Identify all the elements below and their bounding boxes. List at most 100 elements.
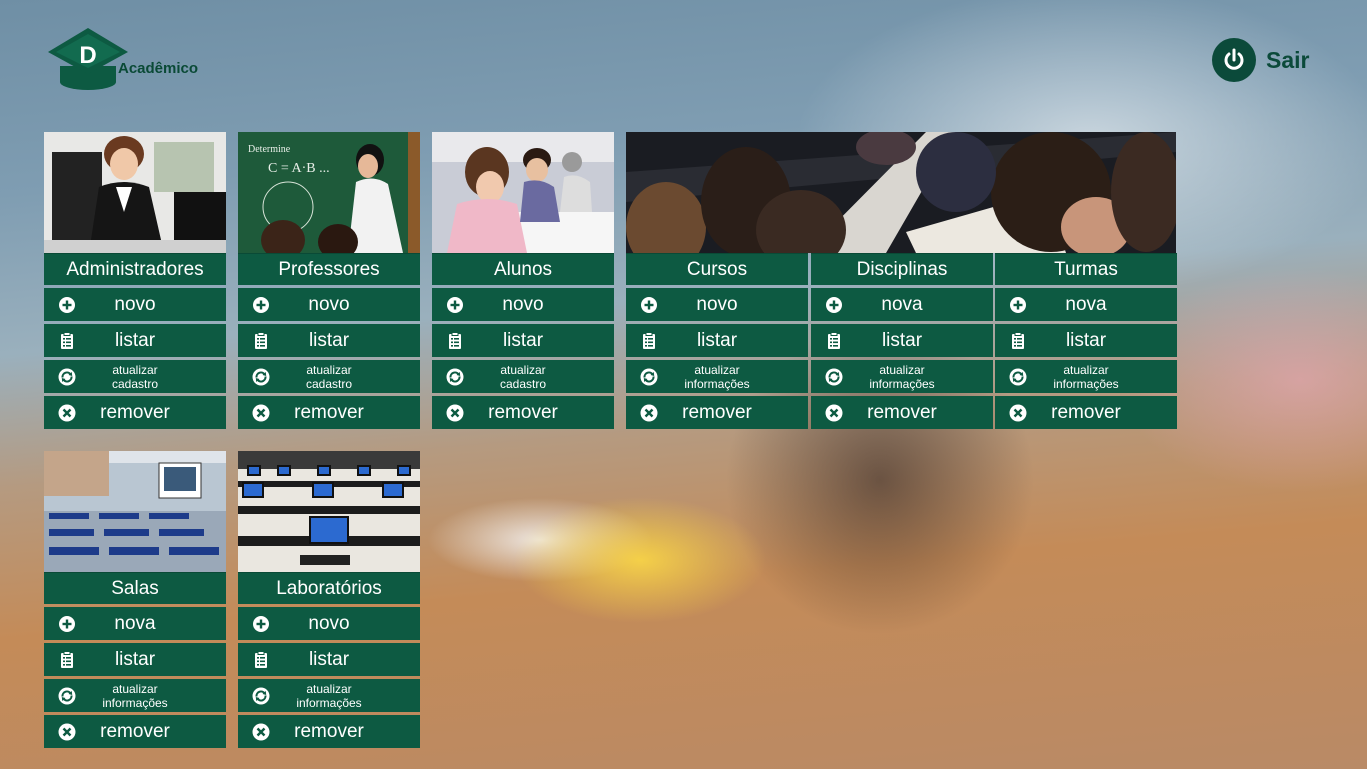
close-circle-icon [825,404,843,422]
plus-circle-icon [640,296,658,314]
action-label: nova [1065,293,1107,315]
card-cursos: Cursos novo listar atualizar informações rem… [626,132,808,429]
action-label: novo [114,293,156,315]
plus-circle-icon [446,296,464,314]
clipboard-icon [825,332,843,350]
new-administradores-button[interactable]: novo [44,288,226,321]
list-disciplinas-button[interactable]: listar [811,324,993,357]
list-administradores-button[interactable]: listar [44,324,226,357]
remove-salas-button[interactable]: remover [44,715,226,748]
svg-text:Determine: Determine [248,144,291,155]
card-title: Turmas [995,253,1177,285]
card-title: Administradores [44,253,226,285]
update-turmas-button[interactable]: atualizar informações [995,360,1177,393]
action-label: listar [114,329,156,351]
new-cursos-button[interactable]: novo [626,288,808,321]
refresh-icon [58,368,76,386]
action-label: atualizar cadastro [499,362,547,391]
card-salas: Salas nova listar atualizar informações remo… [44,451,226,748]
list-salas-button[interactable]: listar [44,643,226,676]
new-alunos-button[interactable]: novo [432,288,614,321]
action-label: atualizar informações [1053,362,1119,391]
new-disciplinas-button[interactable]: nova [811,288,993,321]
remove-turmas-button[interactable]: remover [995,396,1177,429]
list-laboratorios-button[interactable]: listar [238,643,420,676]
action-label: atualizar informações [869,362,935,391]
logo-letter: D [79,42,96,69]
action-label: novo [502,293,544,315]
card-title: Salas [44,572,226,604]
plus-circle-icon [825,296,843,314]
card-title: Alunos [432,253,614,285]
cursos-photo [626,132,808,253]
close-circle-icon [58,404,76,422]
exit-label: Sair [1266,46,1310,73]
app-logo: D Acadêmico [44,26,224,96]
remove-cursos-button[interactable]: remover [626,396,808,429]
clipboard-icon [640,332,658,350]
turmas-photo [995,132,1177,253]
remove-administradores-button[interactable]: remover [44,396,226,429]
action-label: nova [114,612,156,634]
remove-alunos-button[interactable]: remover [432,396,614,429]
administradores-photo [44,132,226,253]
clipboard-icon [446,332,464,350]
refresh-icon [252,687,270,705]
update-alunos-button[interactable]: atualizar cadastro [432,360,614,393]
plus-circle-icon [252,296,270,314]
card-disciplinas: Disciplinas nova listar atualizar informaçõ… [811,132,993,429]
update-laboratorios-button[interactable]: atualizar informações [238,679,420,712]
action-label: remover [682,401,752,423]
card-alunos: Alunos novo listar atualizar cadastro remove… [432,132,614,429]
list-cursos-button[interactable]: listar [626,324,808,357]
clipboard-icon [58,332,76,350]
update-administradores-button[interactable]: atualizar cadastro [44,360,226,393]
action-label: listar [696,329,738,351]
update-professores-button[interactable]: atualizar cadastro [238,360,420,393]
update-salas-button[interactable]: atualizar informações [44,679,226,712]
exit-button[interactable]: Sair [1212,38,1309,82]
update-cursos-button[interactable]: atualizar informações [626,360,808,393]
refresh-icon [446,368,464,386]
clipboard-icon [1009,332,1027,350]
card-administradores: Administradores novo listar atualizar cadas… [44,132,226,429]
close-circle-icon [58,723,76,741]
list-turmas-button[interactable]: listar [995,324,1177,357]
action-label: remover [1051,401,1121,423]
action-label: atualizar informações [296,681,362,710]
action-label: novo [696,293,738,315]
plus-circle-icon [1009,296,1027,314]
update-disciplinas-button[interactable]: atualizar informações [811,360,993,393]
action-label: atualizar informações [102,681,168,710]
card-title: Disciplinas [811,253,993,285]
list-alunos-button[interactable]: listar [432,324,614,357]
clipboard-icon [252,651,270,669]
action-label: listar [1065,329,1107,351]
action-label: nova [881,293,923,315]
new-laboratorios-button[interactable]: novo [238,607,420,640]
remove-professores-button[interactable]: remover [238,396,420,429]
card-title: Cursos [626,253,808,285]
card-turmas: Turmas nova listar atualizar informações rem… [995,132,1177,429]
action-label: listar [308,329,350,351]
professores-photo: Determine C = A·B ... [238,132,420,253]
remove-disciplinas-button[interactable]: remover [811,396,993,429]
close-circle-icon [446,404,464,422]
action-label: listar [114,648,156,670]
action-label: listar [502,329,544,351]
clipboard-icon [58,651,76,669]
new-turmas-button[interactable]: nova [995,288,1177,321]
remove-laboratorios-button[interactable]: remover [238,715,420,748]
card-title: Professores [238,253,420,285]
disciplinas-photo [811,132,993,253]
new-professores-button[interactable]: novo [238,288,420,321]
plus-circle-icon [58,615,76,633]
refresh-icon [640,368,658,386]
power-icon [1212,38,1256,82]
refresh-icon [825,368,843,386]
alunos-photo [432,132,614,253]
close-circle-icon [640,404,658,422]
close-circle-icon [252,723,270,741]
new-salas-button[interactable]: nova [44,607,226,640]
list-professores-button[interactable]: listar [238,324,420,357]
